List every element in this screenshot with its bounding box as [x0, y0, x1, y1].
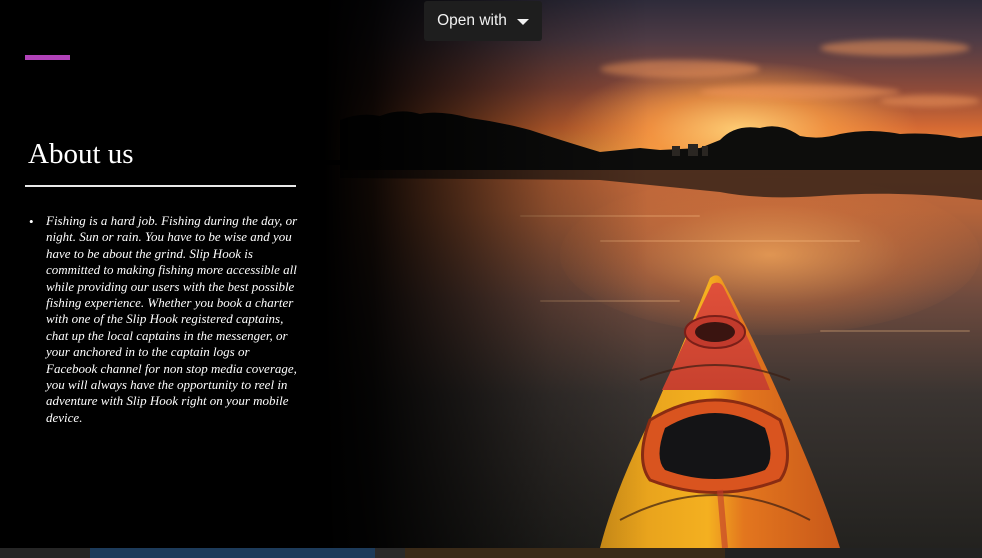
thumbnail[interactable] — [90, 548, 375, 558]
page-title: About us — [28, 138, 134, 170]
thumbnail[interactable] — [405, 548, 725, 558]
caret-down-icon — [516, 19, 529, 25]
open-with-label: Open with — [437, 12, 507, 29]
open-with-button[interactable]: Open with — [424, 1, 542, 41]
bullet-marker: • — [29, 214, 34, 229]
thumbnail[interactable] — [375, 548, 405, 558]
heading-divider — [25, 185, 296, 187]
slide-viewer: Open with About us • Fishing is a hard j… — [0, 0, 982, 558]
thumbnail[interactable] — [725, 548, 982, 558]
thumbnail[interactable] — [0, 548, 90, 558]
accent-bar — [25, 55, 70, 60]
about-body-text: Fishing is a hard job. Fishing during th… — [46, 213, 298, 425]
thumbnail-strip — [0, 548, 982, 558]
